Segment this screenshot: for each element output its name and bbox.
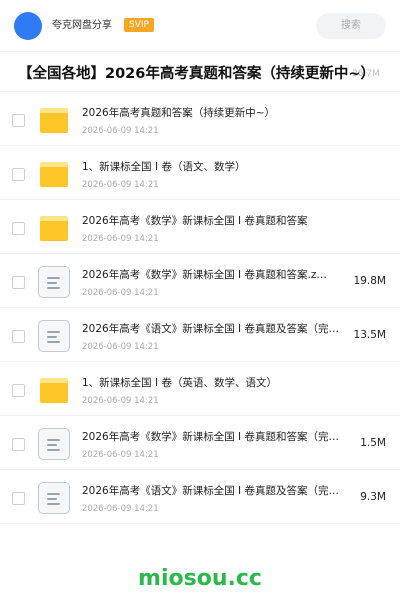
search-input[interactable]: 搜索 (316, 13, 386, 39)
list-item[interactable]: 2026年高考《数学》新课标全国 I 卷真题和答案.z… 2026-06-09 1… (0, 254, 400, 308)
file-size: 1.5M (360, 437, 386, 449)
file-size: 9.3M (360, 491, 386, 503)
select-checkbox[interactable] (12, 276, 25, 289)
file-name[interactable]: 1、新课标全国 I 卷（英语、数学、语文） (82, 376, 344, 391)
file-name[interactable]: 1、新课标全国 I 卷（语文、数学） (82, 160, 344, 175)
file-date: 2026-06-09 14:21 (82, 504, 159, 514)
file-date: 2026-06-09 14:21 (82, 396, 159, 406)
file-size: 19.8M (353, 275, 386, 287)
document-icon (38, 428, 70, 460)
document-icon (38, 320, 70, 352)
list-item[interactable]: 2026年高考《语文》新课标全国 I 卷真题及答案（完… 2026-06-09 1… (0, 470, 400, 524)
file-name[interactable]: 2026年高考《数学》新课标全国 I 卷真题和答案（完… (82, 430, 344, 445)
folder-icon (40, 162, 68, 187)
avatar[interactable] (14, 12, 42, 40)
file-name[interactable]: 2026年高考《语文》新课标全国 I 卷真题及答案（完… (82, 322, 344, 337)
select-checkbox[interactable] (12, 492, 25, 505)
list-item[interactable]: 1、新课标全国 I 卷（语文、数学） 2026-06-09 14:21 (0, 146, 400, 200)
list-item[interactable]: 2026年高考《数学》新课标全国 I 卷真题和答案（完… 2026-06-09 1… (0, 416, 400, 470)
list-item[interactable]: 1、新课标全国 I 卷（英语、数学、语文） 2026-06-09 14:21 (0, 362, 400, 416)
file-date: 2026-06-09 14:21 (82, 126, 159, 136)
svip-badge[interactable]: SVIP (124, 18, 154, 32)
share-title-bar: 36.7M 【全国各地】2026年高考真题和答案（持续更新中~） (0, 58, 400, 92)
file-date: 2026-06-09 14:21 (82, 288, 159, 298)
file-size: 13.5M (353, 329, 386, 341)
file-date: 2026-06-09 14:21 (82, 234, 159, 244)
folder-icon (40, 378, 68, 403)
select-checkbox[interactable] (12, 168, 25, 181)
folder-icon (40, 216, 68, 241)
file-name[interactable]: 2026年高考《语文》新课标全国 I 卷真题及答案（完… (82, 484, 344, 499)
file-name[interactable]: 2026年高考真题和答案（持续更新中~） (82, 106, 344, 121)
folder-icon (40, 108, 68, 133)
select-checkbox[interactable] (12, 330, 25, 343)
file-date: 2026-06-09 14:21 (82, 342, 159, 352)
watermark: miosou.cc (138, 566, 262, 591)
brand-name: 夸克网盘分享 (52, 20, 112, 31)
list-item[interactable]: 2026年高考《语文》新课标全国 I 卷真题及答案（完… 2026-06-09 1… (0, 308, 400, 362)
list-item[interactable]: 2026年高考《数学》新课标全国 I 卷真题和答案 2026-06-09 14:2… (0, 200, 400, 254)
document-icon (38, 482, 70, 514)
app-header: 夸克网盘分享 SVIP 搜索 (0, 0, 400, 52)
file-list: 2026年高考真题和答案（持续更新中~） 2026-06-09 14:21 1、新课… (0, 92, 400, 524)
select-checkbox[interactable] (12, 438, 25, 451)
file-date: 2026-06-09 14:21 (82, 450, 159, 460)
file-name[interactable]: 2026年高考《数学》新课标全国 I 卷真题和答案 (82, 214, 344, 229)
select-checkbox[interactable] (12, 384, 25, 397)
file-name[interactable]: 2026年高考《数学》新课标全国 I 卷真题和答案.z… (82, 268, 344, 283)
select-checkbox[interactable] (12, 114, 25, 127)
file-date: 2026-06-09 14:21 (82, 180, 159, 190)
document-icon (38, 266, 70, 298)
page-title: 【全国各地】2026年高考真题和答案（持续更新中~） (18, 66, 376, 82)
select-checkbox[interactable] (12, 222, 25, 235)
list-item[interactable]: 2026年高考真题和答案（持续更新中~） 2026-06-09 14:21 (0, 92, 400, 146)
